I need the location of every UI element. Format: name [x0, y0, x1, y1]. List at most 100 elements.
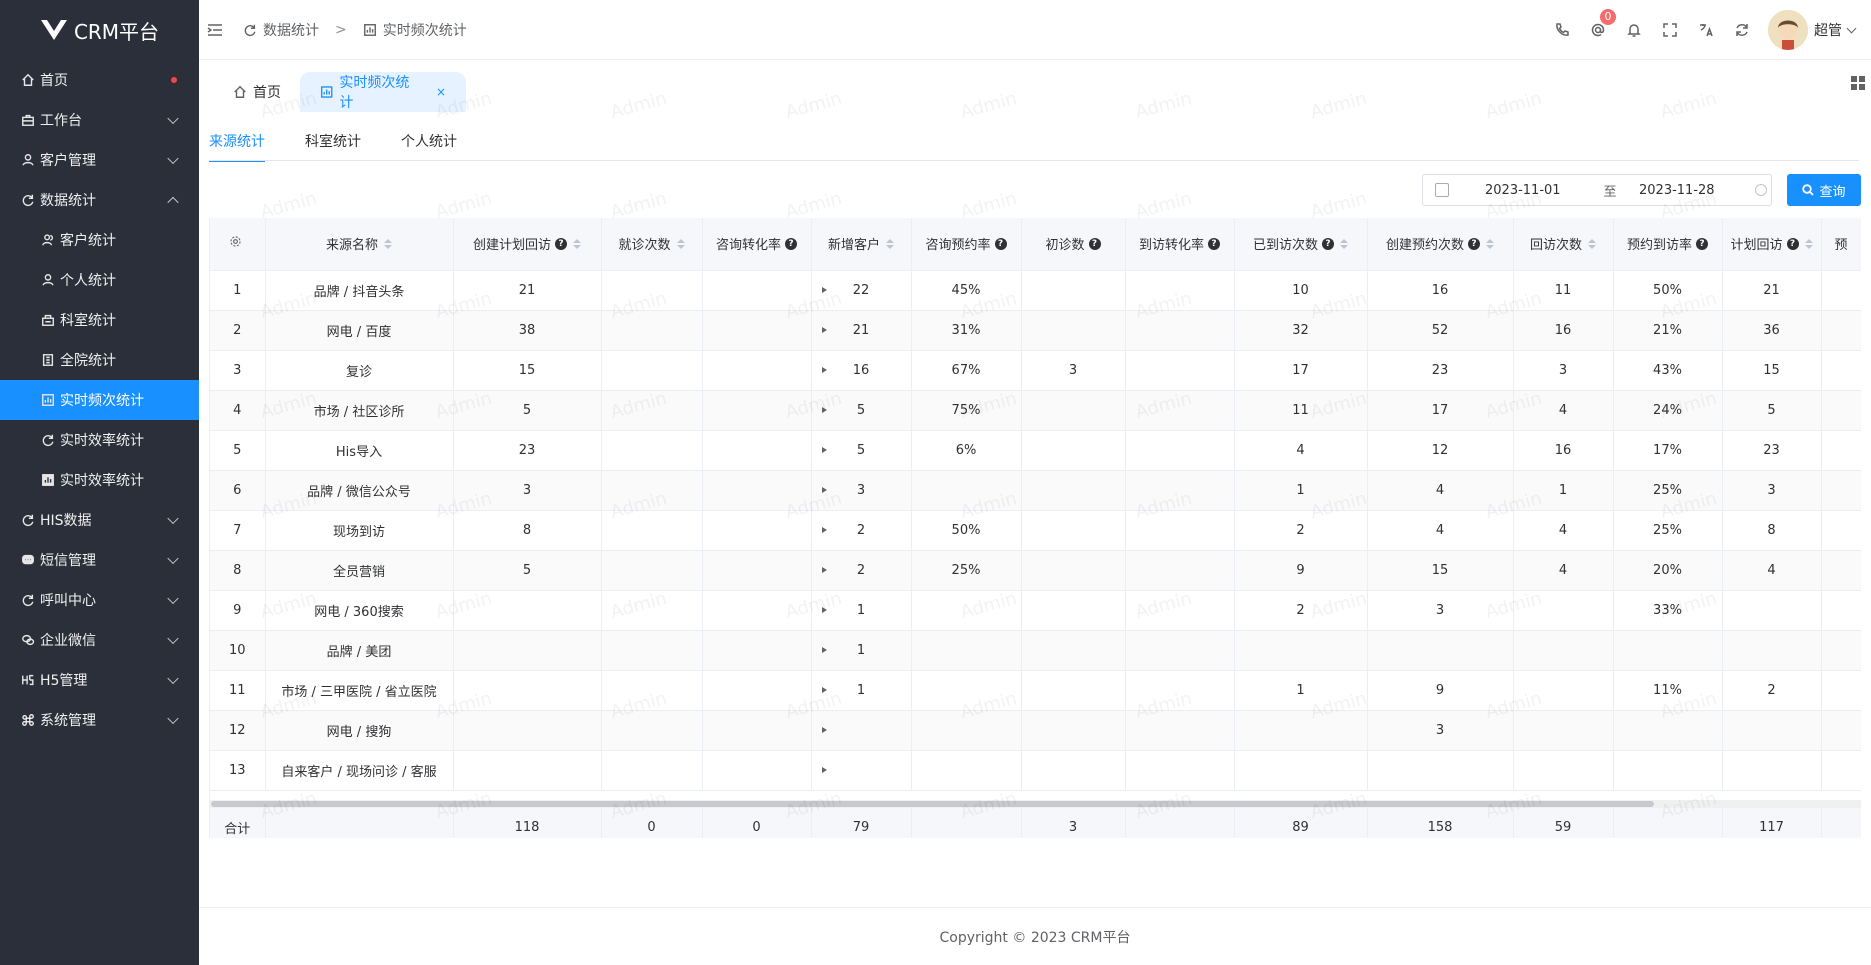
table-cell: [601, 710, 703, 751]
table-cell: [453, 630, 602, 671]
column-header: 咨询转化率?: [702, 218, 812, 271]
user-name[interactable]: 超管: [1814, 20, 1842, 40]
table-cell: [1722, 710, 1822, 751]
query-button[interactable]: 查询: [1787, 174, 1861, 206]
column-header[interactable]: 计划回访?: [1722, 218, 1822, 271]
expand-arrow-icon[interactable]: [821, 287, 827, 293]
column-header[interactable]: 回访次数: [1513, 218, 1614, 271]
sidebar-item[interactable]: HIS数据: [0, 500, 199, 540]
scrollbar-thumb[interactable]: [211, 801, 1654, 807]
summary-cell: 3: [1021, 808, 1126, 838]
collapse-sidebar-icon[interactable]: [207, 23, 223, 37]
sort-icon[interactable]: [1486, 238, 1494, 249]
expand-arrow-icon[interactable]: [821, 407, 827, 413]
sort-icon[interactable]: [1340, 238, 1348, 249]
summary-cell: 89: [1234, 808, 1368, 838]
table-cell-value: 1: [856, 642, 866, 658]
close-icon[interactable]: ×: [436, 85, 446, 99]
subtab-personal[interactable]: 个人统计: [381, 128, 477, 162]
expand-arrow-icon[interactable]: [821, 327, 827, 333]
start-date-input[interactable]: 2023-11-01: [1485, 183, 1595, 198]
sidebar-item[interactable]: 科室统计: [0, 300, 199, 340]
column-header[interactable]: 创建预约次数?: [1367, 218, 1514, 271]
expand-arrow-icon[interactable]: [821, 687, 827, 693]
column-header[interactable]: 已到访次数?: [1234, 218, 1368, 271]
summary-table: 合计 118 0 0 79 3 89 158 59 117: [210, 808, 1861, 838]
sort-icon[interactable]: [1588, 238, 1596, 249]
mention-button[interactable]: 0: [1580, 0, 1616, 60]
chevron-down-icon[interactable]: [1846, 23, 1857, 33]
expand-arrow-icon[interactable]: [821, 367, 827, 373]
sort-icon[interactable]: [1804, 238, 1813, 249]
help-icon[interactable]: ?: [1786, 237, 1799, 250]
help-icon[interactable]: ?: [785, 237, 797, 250]
help-icon[interactable]: ?: [1208, 237, 1220, 250]
sidebar-item[interactable]: 实时效率统计: [0, 420, 199, 460]
sidebar-item[interactable]: H5管理: [0, 660, 199, 700]
help-icon[interactable]: ?: [1468, 237, 1480, 250]
expand-arrow-icon[interactable]: [821, 527, 827, 533]
breadcrumb-item[interactable]: 数据统计: [263, 20, 319, 40]
sidebar-item[interactable]: 数据统计: [0, 180, 199, 220]
grid-menu-icon[interactable]: [1851, 76, 1865, 90]
expand-arrow-icon[interactable]: [821, 607, 827, 613]
phone-button[interactable]: [1544, 0, 1580, 60]
sidebar-item[interactable]: 客户统计: [0, 220, 199, 260]
chevron-down-icon: [167, 552, 179, 565]
sort-icon[interactable]: [676, 238, 685, 249]
help-icon[interactable]: ?: [1322, 237, 1334, 250]
expand-arrow-icon[interactable]: [821, 567, 827, 573]
sort-icon[interactable]: [573, 238, 581, 249]
column-header[interactable]: 创建计划回访?: [453, 218, 602, 271]
translate-button[interactable]: [1688, 0, 1724, 60]
expand-arrow-icon[interactable]: [821, 767, 827, 773]
clear-icon[interactable]: [1755, 184, 1767, 196]
horizontal-scrollbar[interactable]: [210, 800, 1861, 808]
table-row: 2 网电 / 百度 38 21 31% 32 52 16 21% 36: [210, 310, 1861, 351]
table-cell: 43%: [1613, 350, 1723, 391]
help-icon[interactable]: ?: [1088, 237, 1101, 250]
help-icon[interactable]: ?: [555, 237, 567, 250]
expand-arrow-icon[interactable]: [821, 487, 827, 493]
column-header[interactable]: 新增客户: [811, 218, 912, 271]
sidebar-item[interactable]: 实时频次统计: [0, 380, 199, 420]
sidebar-item[interactable]: 实时效率统计: [0, 460, 199, 500]
tab-realtime-frequency[interactable]: 实时频次统计 ×: [300, 72, 466, 112]
column-header[interactable]: 来源名称: [265, 218, 454, 271]
sidebar-item[interactable]: 工作台: [0, 100, 199, 140]
subtab-source[interactable]: 来源统计: [209, 128, 285, 162]
sidebar-item[interactable]: 客户管理: [0, 140, 199, 180]
sidebar-item[interactable]: 个人统计: [0, 260, 199, 300]
expand-arrow-icon[interactable]: [821, 727, 827, 733]
sidebar-item[interactable]: 全院统计: [0, 340, 199, 380]
expand-arrow-icon[interactable]: [821, 647, 827, 653]
date-range-picker[interactable]: 2023-11-01 至 2023-11-28: [1422, 174, 1772, 206]
table-cell: [1021, 630, 1126, 671]
end-date-input[interactable]: 2023-11-28: [1639, 183, 1749, 198]
sidebar-item[interactable]: 系统管理: [0, 700, 199, 740]
sort-icon[interactable]: [384, 238, 392, 249]
subtab-department[interactable]: 科室统计: [285, 128, 381, 162]
app-logo[interactable]: CRM平台: [0, 0, 199, 60]
gear-icon[interactable]: [229, 235, 242, 248]
fullscreen-button[interactable]: [1652, 0, 1688, 60]
avatar[interactable]: [1768, 10, 1808, 50]
help-icon[interactable]: ?: [1696, 237, 1708, 250]
chevron-down-icon: [167, 632, 179, 645]
expand-arrow-icon[interactable]: [821, 447, 827, 453]
table-row: 13 自来客户 / 现场问诊 / 客服: [210, 750, 1861, 791]
sidebar-item[interactable]: 呼叫中心: [0, 580, 199, 620]
column-header[interactable]: 就诊次数: [601, 218, 703, 271]
sort-icon[interactable]: [886, 238, 894, 249]
query-button-label: 查询: [1819, 184, 1846, 200]
sidebar-item-label: 客户管理: [40, 153, 96, 169]
sidebar-item[interactable]: 首页: [0, 60, 199, 100]
notification-button[interactable]: [1616, 0, 1652, 60]
refresh-icon: [244, 24, 256, 36]
sidebar-item[interactable]: 短信管理: [0, 540, 199, 580]
refresh-button[interactable]: [1724, 0, 1760, 60]
help-icon[interactable]: ?: [994, 237, 1007, 250]
tab-home[interactable]: 首页: [233, 72, 281, 112]
sidebar-item[interactable]: 企业微信: [0, 620, 199, 660]
table-cell: 网电 / 百度: [265, 310, 454, 351]
